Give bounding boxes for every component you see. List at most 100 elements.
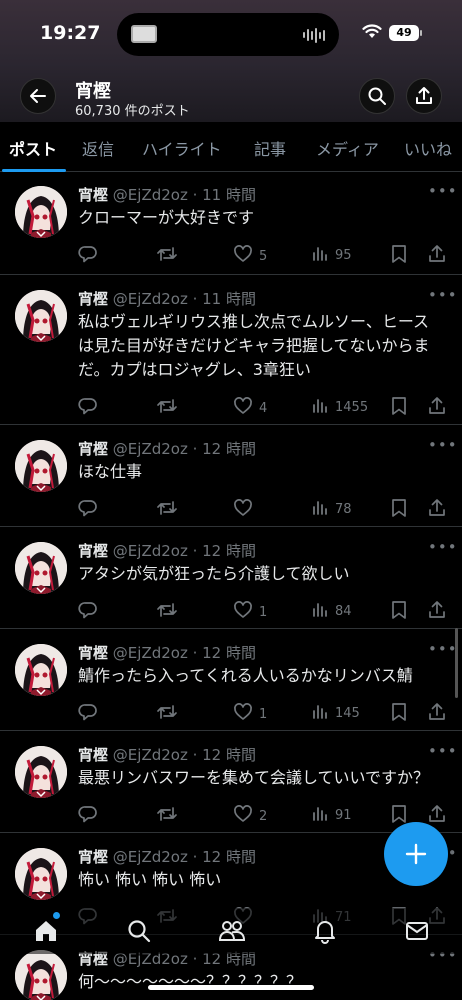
bookmark-button[interactable] xyxy=(390,702,408,726)
messages-icon[interactable] xyxy=(404,918,430,944)
post-count: 60,730 件のポスト xyxy=(75,104,190,119)
like-button[interactable]: 1 xyxy=(233,702,267,726)
reply-button[interactable] xyxy=(78,396,98,420)
back-button[interactable] xyxy=(20,78,56,114)
author-handle-time: @EjZd2oz · 12 時間 xyxy=(112,440,256,458)
tab-media[interactable]: メディア xyxy=(316,136,379,160)
share-button[interactable] xyxy=(406,78,442,114)
views-button[interactable]: 78 xyxy=(311,498,352,520)
share-post-button[interactable] xyxy=(427,702,447,726)
heart-icon xyxy=(233,600,253,624)
home-indicator xyxy=(148,985,314,990)
search-icon[interactable] xyxy=(126,918,152,944)
views-button[interactable]: 145 xyxy=(311,702,360,724)
post-item[interactable]: 宵樫 @EjZd2oz · 12 時間 ••• アタシが気が狂ったら介護して欲しい 1… xyxy=(0,528,462,629)
reply-icon xyxy=(78,244,98,268)
compose-button[interactable] xyxy=(384,822,448,886)
reply-button[interactable] xyxy=(78,498,98,522)
more-options-icon[interactable]: ••• xyxy=(428,182,458,200)
home-icon[interactable] xyxy=(33,918,59,944)
tab-likes[interactable]: いいね xyxy=(404,136,452,160)
avatar[interactable] xyxy=(15,186,67,238)
like-button[interactable] xyxy=(233,498,259,522)
post-item[interactable]: 宵樫 @EjZd2oz · 11 時間 ••• 私はヴェルギリウス推し次点でムルソー… xyxy=(0,276,462,425)
more-options-icon[interactable]: ••• xyxy=(428,436,458,454)
repost-button[interactable] xyxy=(156,244,178,268)
tab-highlights[interactable]: ハイライト xyxy=(142,136,222,160)
heart-icon xyxy=(233,498,253,522)
media-thumbnail-icon xyxy=(131,25,157,43)
views-button[interactable]: 84 xyxy=(311,600,352,622)
avatar[interactable] xyxy=(15,950,67,1000)
communities-icon[interactable] xyxy=(218,918,246,944)
avatar[interactable] xyxy=(15,746,67,798)
tab-posts[interactable]: ポスト xyxy=(9,136,57,160)
author-name[interactable]: 宵樫 xyxy=(78,542,108,560)
more-options-icon[interactable]: ••• xyxy=(428,538,458,556)
author-name[interactable]: 宵樫 xyxy=(78,186,108,204)
like-button[interactable]: 4 xyxy=(233,396,267,420)
avatar[interactable] xyxy=(15,290,67,342)
avatar[interactable] xyxy=(15,542,67,594)
post-item[interactable]: 宵樫 @EjZd2oz · 12 時間 ••• 鯖作ったら入ってくれる人いるかなリン… xyxy=(0,630,462,731)
share-post-button[interactable] xyxy=(427,600,447,624)
repost-button[interactable] xyxy=(156,498,178,522)
bar-chart-icon xyxy=(311,498,329,520)
repost-icon xyxy=(156,702,178,726)
repost-button[interactable] xyxy=(156,396,178,420)
bookmark-button[interactable] xyxy=(390,600,408,624)
reply-button[interactable] xyxy=(78,600,98,624)
status-bar: 19:27 49 xyxy=(0,0,462,64)
scrollbar[interactable] xyxy=(455,628,458,698)
like-button[interactable]: 5 xyxy=(233,244,267,268)
author-name[interactable]: 宵樫 xyxy=(78,746,108,764)
share-post-button[interactable] xyxy=(427,396,447,420)
like-button[interactable]: 1 xyxy=(233,600,267,624)
views-button[interactable]: 95 xyxy=(311,244,352,266)
post-actions: 4 1455 xyxy=(78,396,448,420)
plus-icon xyxy=(405,843,427,865)
search-button[interactable] xyxy=(359,78,395,114)
bookmark-button[interactable] xyxy=(390,498,408,522)
share-post-button[interactable] xyxy=(427,244,447,268)
reply-button[interactable] xyxy=(78,702,98,726)
share-post-button[interactable] xyxy=(427,498,447,522)
more-options-icon[interactable]: ••• xyxy=(428,742,458,760)
post-header: 宵樫 @EjZd2oz · 11 時間 xyxy=(78,184,256,205)
post-item[interactable]: 宵樫 @EjZd2oz · 11 時間 ••• クローマーが大好きです 5 95 xyxy=(0,172,462,275)
author-name[interactable]: 宵樫 xyxy=(78,644,108,662)
post-actions: 78 xyxy=(78,498,448,522)
heart-icon xyxy=(233,702,253,726)
post-text: 最悪リンバスワーを集めて会議していいですか？ xyxy=(78,768,430,787)
repost-button[interactable] xyxy=(156,600,178,624)
post-header: 宵樫 @EjZd2oz · 12 時間 xyxy=(78,642,256,663)
repost-button[interactable] xyxy=(156,804,178,828)
more-options-icon[interactable]: ••• xyxy=(428,640,458,658)
more-options-icon[interactable]: ••• xyxy=(428,286,458,304)
author-name[interactable]: 宵樫 xyxy=(78,848,108,866)
reply-button[interactable] xyxy=(78,804,98,828)
like-button[interactable]: 2 xyxy=(233,804,267,828)
repost-icon xyxy=(156,244,178,268)
avatar[interactable] xyxy=(15,644,67,696)
reply-button[interactable] xyxy=(78,244,98,268)
bookmark-button[interactable] xyxy=(390,244,408,268)
bookmark-button[interactable] xyxy=(390,396,408,420)
post-item[interactable]: 宵樫 @EjZd2oz · 12 時間 ••• ほな仕事 78 xyxy=(0,426,462,527)
views-button[interactable]: 1455 xyxy=(311,396,368,418)
views-button[interactable]: 91 xyxy=(311,804,352,826)
notification-dot xyxy=(53,912,60,919)
author-name[interactable]: 宵樫 xyxy=(78,290,108,308)
tab-articles[interactable]: 記事 xyxy=(254,136,286,160)
avatar[interactable] xyxy=(15,848,67,900)
post-actions: 1 84 xyxy=(78,600,448,624)
bookmark-icon xyxy=(390,244,408,268)
repost-button[interactable] xyxy=(156,702,178,726)
notifications-icon[interactable] xyxy=(312,918,338,944)
tab-replies[interactable]: 返信 xyxy=(82,136,114,160)
avatar[interactable] xyxy=(15,440,67,492)
post-header: 宵樫 @EjZd2oz · 11 時間 xyxy=(78,288,256,309)
post-header: 宵樫 @EjZd2oz · 12 時間 xyxy=(78,438,256,459)
post-item[interactable]: 宵樫 @EjZd2oz · 12 時間 ••• 最悪リンバスワーを集めて会議していい… xyxy=(0,732,462,833)
author-name[interactable]: 宵樫 xyxy=(78,440,108,458)
